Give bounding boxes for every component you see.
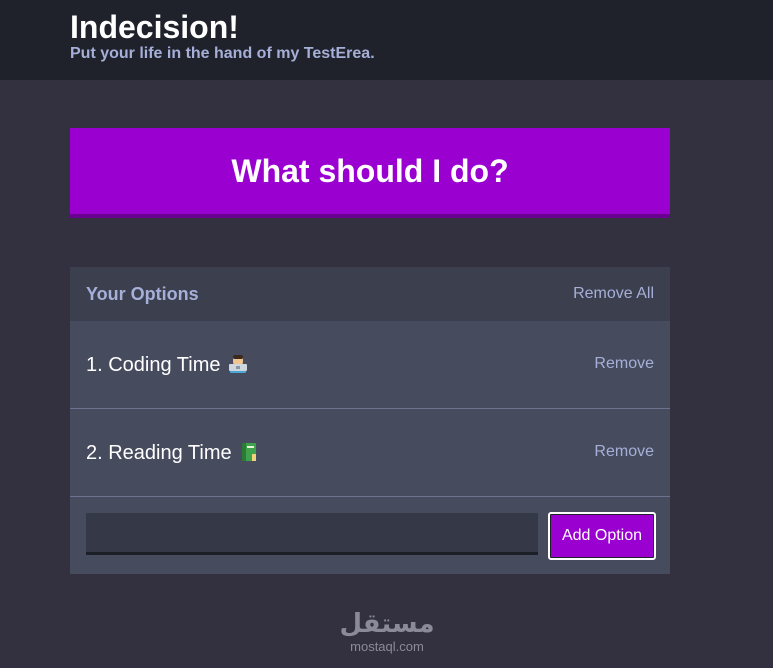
add-option-form: Add Option [70, 497, 670, 574]
remove-option-button[interactable]: Remove [594, 355, 654, 373]
watermark-logo-text: مستقل [340, 609, 434, 638]
options-header: Your Options Remove All [70, 267, 670, 321]
app-header: Indecision! Put your life in the hand of… [0, 0, 773, 80]
mostaql-logo-icon: مستقل [340, 609, 434, 638]
add-option-input[interactable] [86, 513, 538, 555]
watermark-url: mostaql.com [350, 639, 424, 654]
book-icon [241, 443, 256, 461]
add-option-button[interactable]: Add Option [548, 512, 656, 560]
option-label: 2. Reading Time [86, 442, 232, 464]
option-item: 1. Coding Time Remove [70, 321, 670, 409]
option-item: 2. Reading Time Remove [70, 409, 670, 497]
option-text: 2. Reading Time [86, 442, 260, 464]
option-label: 1. Coding Time [86, 354, 221, 376]
option-text: 1. Coding Time [86, 354, 249, 376]
options-widget: Your Options Remove All 1. Coding Time R… [70, 267, 670, 574]
options-title: Your Options [86, 284, 199, 304]
remove-all-button[interactable]: Remove All [573, 285, 654, 303]
app-title: Indecision! [70, 9, 239, 45]
app-subtitle: Put your life in the hand of my TestErea… [70, 45, 375, 62]
what-should-i-do-button[interactable]: What should I do? [70, 128, 670, 218]
remove-option-button[interactable]: Remove [594, 443, 654, 461]
watermark: مستقل mostaql.com [340, 606, 434, 656]
technologist-icon [228, 355, 247, 373]
